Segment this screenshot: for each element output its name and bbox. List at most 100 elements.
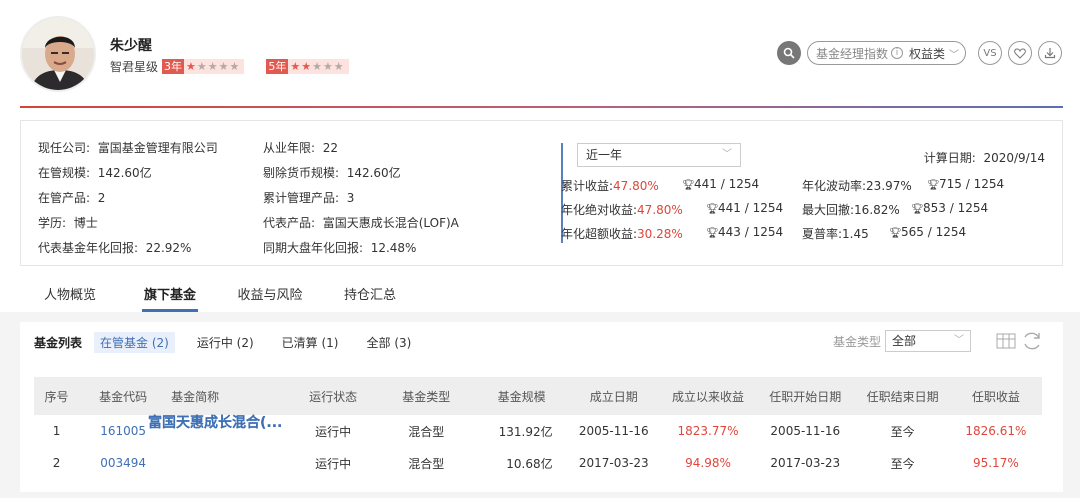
cell-index: 1: [52, 424, 61, 438]
tab-holdings[interactable]: 持仓汇总: [320, 282, 420, 312]
chevron-down-icon: ﹀: [722, 149, 732, 160]
cell-inception-return: 94.98%: [685, 456, 731, 470]
cum-products-field: 累计管理产品: 3: [263, 191, 355, 205]
refresh-icon[interactable]: [1019, 328, 1045, 354]
rep-product-field: 代表产品: 富国天惠成长混合(LOF)A: [263, 216, 459, 230]
period-value: 近一年: [586, 148, 623, 162]
header-actions: 基金经理指数 i 权益类 ﹀ VS: [776, 41, 1062, 65]
cell-tenure-start: 2017-03-23: [770, 456, 841, 470]
cell-type: 混合型: [408, 424, 445, 439]
years-field: 从业年限: 22: [263, 141, 338, 155]
col-type[interactable]: 基金类型: [376, 377, 476, 415]
col-status[interactable]: 运行状态: [290, 377, 376, 415]
company-field: 现任公司: 富国基金管理有限公司: [38, 141, 218, 155]
trophy-icon: 🏆︎: [927, 180, 940, 191]
chevron-down-icon: ﹀: [954, 335, 964, 346]
cell-tenure-end: 至今: [890, 424, 915, 439]
metric-cum-return: 累计收益:47.80%: [561, 179, 659, 193]
cell-tenure-return: 1826.61%: [965, 424, 1027, 438]
tab-overview[interactable]: 人物概览: [20, 282, 120, 312]
col-tenure-start[interactable]: 任职开始日期: [755, 377, 855, 415]
col-tenure-return[interactable]: 任职收益: [950, 377, 1042, 415]
trophy-icon: 🏆︎: [889, 228, 902, 239]
avatar: [20, 16, 96, 92]
rating-5y-tag: 5年: [266, 59, 289, 74]
star-icons-filled: ★: [186, 60, 197, 73]
subtab-managing[interactable]: 在管基金 (2): [94, 332, 175, 353]
metric-abs-return-rank: 🏆︎441 / 1254: [706, 201, 784, 215]
metric-volatility: 年化波动率:23.97%: [802, 179, 912, 193]
aum-field: 在管规模: 142.60亿: [38, 166, 152, 180]
star-icons-empty: ★★★★: [196, 60, 241, 73]
col-inception-return[interactable]: 成立以来收益: [661, 377, 755, 415]
col-index[interactable]: 序号: [34, 377, 79, 415]
metric-abs-return: 年化绝对收益:47.80%: [561, 203, 683, 217]
fund-type-select[interactable]: 全部 ﹀: [885, 330, 971, 352]
cell-inception: 2005-11-16: [578, 424, 649, 438]
vs-button[interactable]: VS: [978, 41, 1002, 65]
metric-cum-return-rank: 🏆︎441 / 1254: [682, 177, 760, 191]
table-row[interactable]: 2 003494 富国天惠成长混合(... 运行中 混合型 10.68亿 201…: [34, 415, 1042, 479]
education-field: 学历: 博士: [38, 216, 98, 230]
col-inception[interactable]: 成立日期: [567, 377, 661, 415]
manager-index-select[interactable]: 基金经理指数 i 权益类 ﹀: [806, 41, 966, 65]
fund-name-link[interactable]: 富国天惠成长混合(...: [144, 412, 286, 444]
download-icon[interactable]: [1038, 41, 1062, 65]
tab-funds[interactable]: 旗下基金: [120, 282, 220, 312]
cell-inception: 2017-03-23: [578, 456, 649, 470]
ex-money-field: 剔除货币规模: 142.60亿: [263, 166, 401, 180]
metric-excess-return: 年化超额收益:30.28%: [561, 227, 683, 241]
trophy-icon: 🏆︎: [706, 204, 719, 215]
metric-volatility-rank: 🏆︎715 / 1254: [927, 177, 1005, 191]
fund-list-panel: 基金列表 在管基金 (2) 运行中 (2) 已清算 (1) 全部 (3) 基金类…: [20, 322, 1063, 492]
table-header-row: 序号 基金代码 基金简称 运行状态 基金类型 基金规模 成立日期 成立以来收益 …: [34, 377, 1042, 415]
metric-max-drawdown-rank: 🏆︎853 / 1254: [911, 201, 989, 215]
chevron-down-icon: ﹀: [949, 49, 959, 61]
trophy-icon: 🏆︎: [682, 180, 695, 191]
benchmark-return-field: 同期大盘年化回报: 12.48%: [263, 241, 417, 255]
table-columns-icon[interactable]: [993, 328, 1019, 354]
col-name[interactable]: 基金简称: [167, 377, 290, 415]
star-icons-filled: ★★: [290, 60, 313, 73]
heart-icon[interactable]: [1008, 41, 1032, 65]
metric-sharpe-rank: 🏆︎565 / 1254: [889, 225, 967, 239]
subtab-all[interactable]: 全部 (3): [361, 332, 418, 353]
manager-profile-panel: 现任公司: 富国基金管理有限公司 在管规模: 142.60亿 在管产品: 2 学…: [20, 120, 1063, 266]
table-tools: [993, 328, 1045, 354]
rating-label: 智君星级: [110, 60, 159, 74]
trophy-icon: 🏆︎: [706, 228, 719, 239]
period-select[interactable]: 近一年 ﹀: [577, 143, 741, 167]
cell-tenure-return: 95.17%: [972, 456, 1019, 470]
col-code[interactable]: 基金代码: [79, 377, 167, 415]
col-tenure-end[interactable]: 任职结束日期: [855, 377, 949, 415]
fund-code-link[interactable]: 003494: [79, 447, 167, 479]
cell-tenure-start: 2005-11-16: [770, 424, 841, 438]
search-icon[interactable]: [776, 41, 801, 65]
subtab-liquidated[interactable]: 已清算 (1): [276, 332, 345, 353]
annual-return-field: 代表基金年化回报: 22.92%: [38, 241, 192, 255]
manager-index-label: 基金经理指数: [815, 46, 888, 61]
fund-type-filter: 基金类型 全部 ﹀: [833, 330, 971, 352]
fund-type-label: 基金类型: [832, 334, 881, 349]
cell-index: 2: [52, 456, 61, 470]
cell-status: 运行中: [315, 424, 352, 439]
star-rating: 智君星级 3年 ★★★★★ 5年 ★★★★★: [110, 58, 349, 75]
header-divider: [20, 106, 1063, 108]
col-scale[interactable]: 基金规模: [477, 377, 567, 415]
calc-date: 计算日期: 2020/9/14: [923, 151, 1045, 165]
trophy-icon: 🏆︎: [911, 204, 924, 215]
fund-list-title: 基金列表: [34, 336, 83, 350]
fund-type-value: 全部: [892, 334, 917, 348]
info-icon[interactable]: i: [890, 47, 903, 59]
tab-return-risk[interactable]: 收益与风险: [220, 282, 320, 312]
subtab-running[interactable]: 运行中 (2): [191, 332, 260, 353]
cell-tenure-end: 至今: [890, 456, 915, 471]
category-selected: 权益类: [908, 46, 945, 61]
star-icons-empty: ★★★: [312, 60, 345, 73]
cell-type: 混合型: [408, 456, 445, 471]
fund-subtabs: 基金列表 在管基金 (2) 运行中 (2) 已清算 (1) 全部 (3): [34, 332, 433, 353]
metric-max-drawdown: 最大回撤:16.82%: [802, 203, 900, 217]
manager-name: 朱少醒: [110, 38, 152, 54]
rating-3y-stars: ★★★★★: [184, 59, 245, 74]
fund-table: 序号 基金代码 基金简称 运行状态 基金类型 基金规模 成立日期 成立以来收益 …: [34, 377, 1042, 479]
